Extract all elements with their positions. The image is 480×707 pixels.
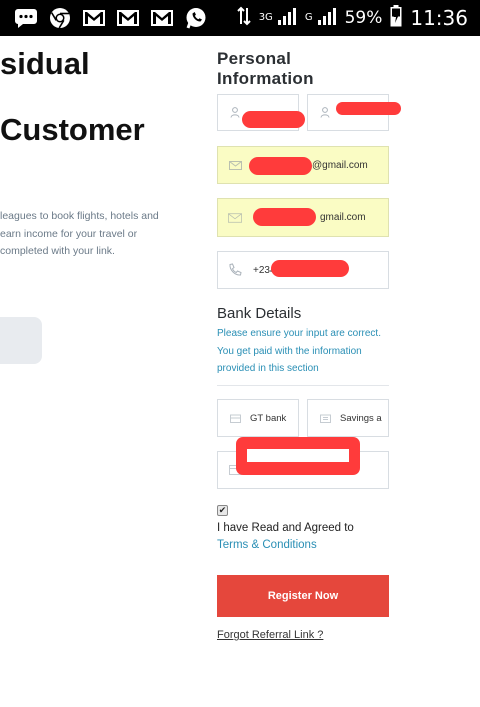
signal-icon: [277, 6, 297, 30]
network-type-label: 3G: [258, 12, 273, 23]
redaction-phone: [271, 260, 349, 277]
mail-icon: [228, 158, 242, 172]
signal-icon: [317, 6, 337, 30]
forgot-referral-link[interactable]: Forgot Referral Link ?: [217, 629, 323, 641]
status-bar: 3G G 59% 11:36: [0, 0, 480, 36]
chrome-icon: [48, 6, 72, 30]
notification-icons: [14, 6, 208, 30]
divider: [217, 385, 389, 386]
gmail-icon: [82, 6, 106, 30]
account-type-value: Savings a: [340, 412, 382, 424]
bank-name-field[interactable]: GT bank: [217, 399, 299, 437]
hero-desc-line1: leagues to book flights, hotels and: [0, 210, 159, 222]
battery-charging-icon: [390, 5, 402, 31]
agree-text: I have Read and Agreed to: [217, 522, 354, 534]
bank-icon: [228, 411, 242, 425]
bank-details-note: Please ensure your input are correct. Yo…: [217, 328, 381, 374]
hero-desc-line2: earn income for your travel or: [0, 227, 138, 240]
user-icon: [318, 106, 332, 120]
redaction-email: [249, 157, 312, 175]
personal-info-title: Personal Information: [217, 49, 314, 88]
hero-title-line2: Customer: [0, 112, 145, 147]
message-icon: [14, 6, 38, 30]
phone-icon: [228, 263, 242, 277]
redaction-first-name: [242, 111, 305, 128]
agree-checkbox[interactable]: ✔: [217, 505, 228, 516]
account-icon: [318, 411, 332, 425]
battery-percent: 59%: [344, 8, 383, 28]
register-button[interactable]: Register Now: [217, 575, 389, 617]
terms-link[interactable]: Terms & Conditions: [217, 539, 317, 551]
email-suffix: @gmail.com: [312, 159, 368, 171]
bank-details-title: Bank Details: [217, 305, 302, 322]
clock: 11:36: [410, 6, 468, 30]
network-type-label-2: G: [304, 12, 313, 23]
user-icon: [228, 106, 242, 120]
hero-title-line1: sidual: [0, 46, 90, 81]
gmail-icon: [116, 6, 140, 30]
data-transfer-icon: [236, 6, 251, 30]
whatsapp-icon: [184, 6, 208, 30]
account-type-field[interactable]: Savings a: [307, 399, 389, 437]
gmail-icon: [150, 6, 174, 30]
mail-icon: [228, 211, 242, 225]
confirm-email-suffix: gmail.com: [320, 212, 366, 223]
hero-button[interactable]: [0, 317, 42, 364]
system-indicators: 3G G 59% 11:36: [236, 5, 468, 31]
redaction-account-number: [236, 437, 360, 475]
hero-desc-line3: completed with your link.: [0, 245, 115, 257]
bank-name-value: GT bank: [250, 412, 287, 424]
redaction-last-name: [336, 102, 401, 115]
redaction-confirm-email: [253, 208, 316, 226]
redaction-inner: [247, 449, 349, 462]
hero-description: leagues to book flights, hotels and earn…: [0, 208, 170, 261]
